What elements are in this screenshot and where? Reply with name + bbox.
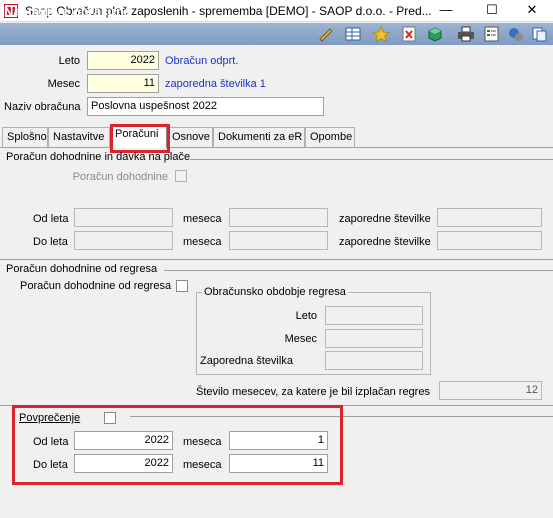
leto-input[interactable]: 2022	[87, 51, 159, 70]
delete-icon[interactable]	[399, 25, 419, 43]
regres-mesec-label: Mesec	[284, 333, 317, 345]
do-zaporedne-input[interactable]	[437, 231, 542, 250]
tab-splosno[interactable]: Splošno	[2, 127, 48, 147]
section-regres-title: Poračun dohodnine od regresa	[6, 263, 158, 275]
poracun-dohodnine-label: Poračun dohodnine	[72, 171, 168, 183]
regres-leto-input[interactable]	[325, 306, 423, 325]
section-line	[190, 159, 553, 160]
do-zaporedne-label: zaporedne številke	[339, 236, 431, 248]
section-separator	[0, 259, 553, 260]
leto-label: Leto	[58, 55, 80, 67]
minimize-button[interactable]: —	[425, 0, 467, 22]
do-meseca-input[interactable]	[229, 231, 328, 250]
od-zaporedne-input[interactable]	[437, 208, 542, 227]
star-icon[interactable]	[371, 25, 391, 43]
printer-icon[interactable]	[456, 25, 476, 43]
od-zaporedne-label: zaporedne številke	[339, 213, 431, 225]
do-leta-label: Do leta	[33, 236, 68, 248]
do-leta-input[interactable]	[74, 231, 173, 250]
poracun-regres-checkbox[interactable]	[176, 280, 188, 292]
mesec-info: zaporedna številka 1	[165, 78, 266, 90]
section-dohodnina-title: Poračun dohodnine in davka na plače	[6, 151, 191, 163]
regres-mesec-input[interactable]	[325, 329, 423, 348]
list-icon[interactable]	[482, 25, 502, 43]
tab-highlight	[110, 124, 170, 153]
tab-osnove[interactable]: Osnove	[167, 127, 213, 147]
regres-zaporedna-label: Zaporedna številka	[200, 355, 293, 367]
grid-icon[interactable]	[343, 25, 363, 43]
regres-leto-label: Leto	[295, 310, 317, 322]
regres-zaporedna-input[interactable]	[325, 351, 423, 370]
naziv-label: Naziv obračuna	[4, 101, 81, 113]
povprecenje-highlight	[12, 405, 343, 485]
od-meseca-label: meseca	[183, 213, 222, 225]
mesec-input[interactable]: 11	[87, 74, 159, 93]
do-meseca-label: meseca	[183, 236, 222, 248]
copy-icon[interactable]	[530, 25, 550, 43]
tab-divider	[0, 147, 553, 148]
poracun-regres-label: Poračun dohodnine od regresa	[20, 280, 172, 292]
cube-icon[interactable]	[425, 25, 445, 43]
od-leta-label: Od leta	[33, 213, 69, 225]
obracun-status: Obračun odprt.	[165, 55, 239, 67]
od-meseca-input[interactable]	[229, 208, 328, 227]
stevilo-mesecev-label: Število mesecev, za katere je bil izplač…	[196, 386, 430, 398]
obracunsko-obdobje-title: Obračunsko obdobje regresa	[202, 286, 348, 298]
dialog-title: Nastavitve obračuna	[4, 4, 132, 19]
tab-opombe[interactable]: Opombe	[305, 127, 355, 147]
section-line	[164, 270, 553, 271]
od-leta-input[interactable]	[74, 208, 173, 227]
stevilo-mesecev-input[interactable]: 12	[439, 381, 542, 400]
maximize-button[interactable]: ☐	[471, 0, 513, 22]
close-button[interactable]: ✕	[511, 0, 553, 22]
settings-icon[interactable]	[506, 25, 526, 43]
tab-nastavitve[interactable]: Nastavitve	[48, 127, 110, 147]
edit-icon[interactable]	[316, 25, 336, 43]
mesec-label: Mesec	[47, 78, 80, 90]
tab-dokumenti[interactable]: Dokumenti za eR	[213, 127, 305, 147]
naziv-input[interactable]: Poslovna uspešnost 2022	[87, 97, 324, 116]
poracun-dohodnine-checkbox[interactable]	[175, 170, 187, 182]
